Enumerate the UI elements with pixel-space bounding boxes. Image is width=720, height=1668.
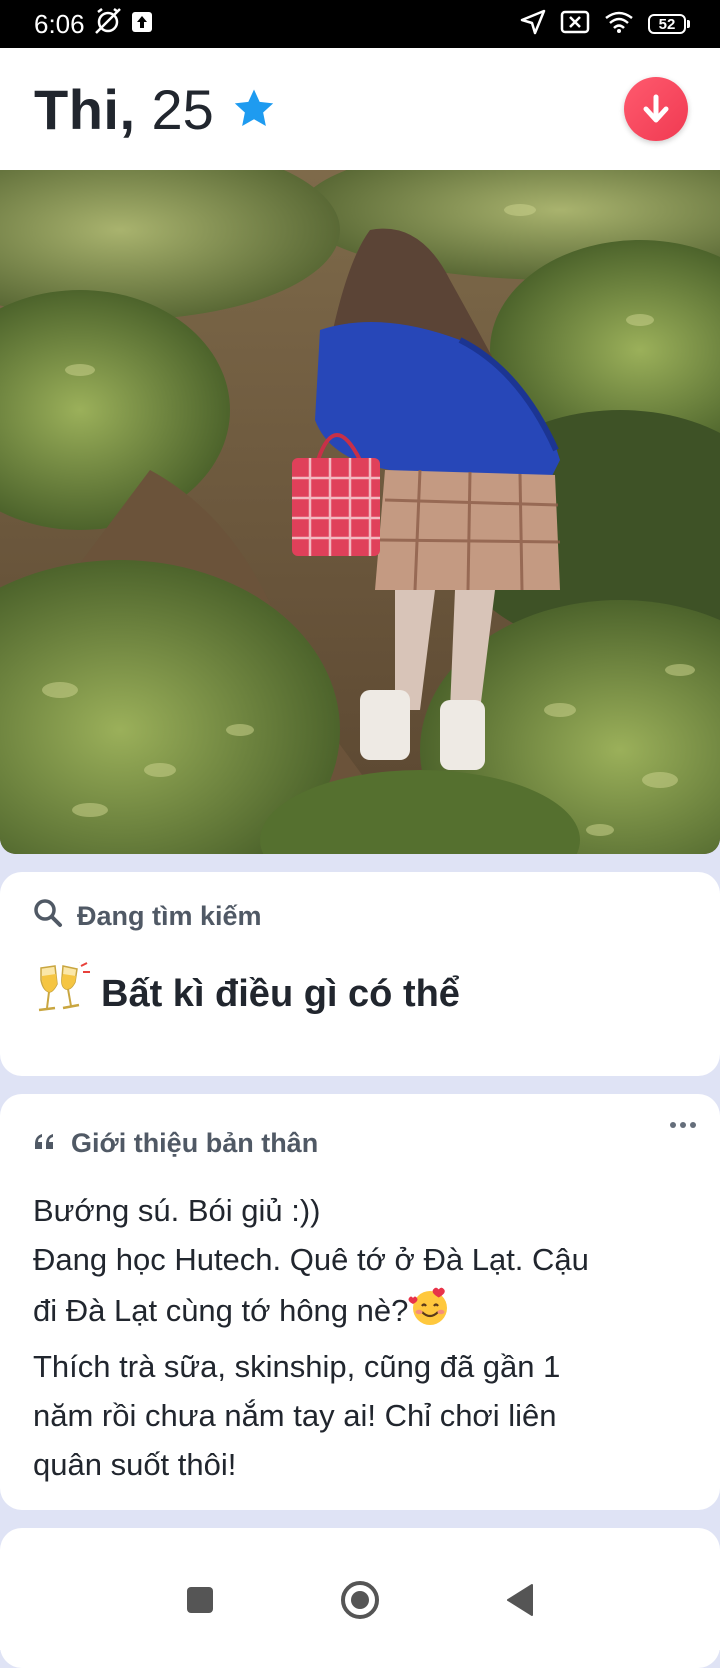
system-nav-bar (0, 1550, 720, 1650)
profile-header: Thi, 25 (0, 48, 720, 170)
bio-text: Bướng sú. Bói giủ :)) Đang học Hutech. Q… (33, 1193, 589, 1482)
home-button[interactable] (280, 1579, 440, 1621)
quote-icon (33, 1128, 57, 1159)
sim-off-icon (560, 10, 590, 39)
status-bar: 6:06 52 (0, 0, 720, 48)
star-icon (232, 88, 276, 130)
search-icon (33, 898, 63, 935)
collapse-profile-button[interactable] (624, 77, 688, 141)
back-button[interactable] (440, 1583, 600, 1617)
battery-level: 52 (648, 14, 686, 34)
battery-icon: 52 (648, 14, 690, 34)
bio-card: Giới thiệu bản thân Bướng sú. Bói giủ :)… (0, 1094, 720, 1510)
looking-for-card: Đang tìm kiếm Bất kì điều gì có thể (0, 872, 720, 1076)
bio-label: Giới thiệu bản thân (71, 1128, 319, 1158)
more-icon[interactable] (670, 1122, 696, 1128)
profile-photo[interactable] (0, 170, 720, 854)
profile-age: 25 (151, 77, 214, 141)
profile-name: Thi, (34, 77, 136, 141)
recents-button[interactable] (120, 1585, 280, 1615)
looking-for-value: Bất kì điều gì có thể (101, 972, 460, 1015)
champagne-icon (33, 957, 91, 1026)
arrow-down-icon (643, 94, 669, 123)
wifi-icon (604, 10, 634, 39)
looking-for-label: Đang tìm kiếm (77, 901, 262, 931)
square-icon (187, 1587, 213, 1613)
status-time: 6:06 (34, 8, 85, 39)
home-circle-icon (341, 1581, 379, 1619)
alarm-off-icon (93, 7, 123, 42)
back-triangle-icon (507, 1584, 533, 1616)
upload-icon (131, 9, 153, 40)
smiling-face-with-hearts-icon (408, 1284, 452, 1342)
location-icon (520, 9, 546, 40)
